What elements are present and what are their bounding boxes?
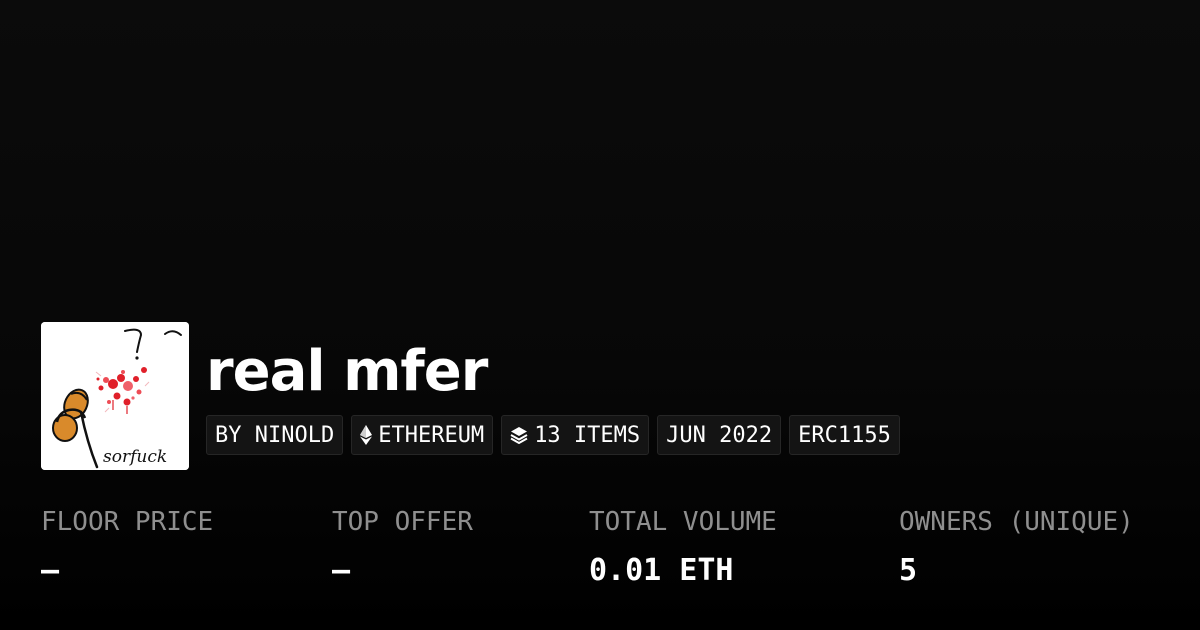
owners-label: OWNERS (UNIQUE) <box>899 507 1134 537</box>
owners-stat: OWNERS (UNIQUE) 5 <box>899 505 1134 588</box>
creator-badge[interactable]: BY NINOLD <box>206 415 344 455</box>
date-badge: JUN 2022 <box>657 415 782 455</box>
standard-label: ERC1155 <box>798 422 891 448</box>
chain-label: ETHEREUM <box>378 422 485 448</box>
date-label: JUN 2022 <box>666 422 773 448</box>
layers-icon <box>510 426 528 444</box>
total-volume-value: 0.01 ETH <box>589 553 734 588</box>
items-label: 13 ITEMS <box>534 422 641 448</box>
standard-badge: ERC1155 <box>789 415 900 455</box>
owners-value: 5 <box>899 553 918 588</box>
floor-price-stat: FLOOR PRICE — <box>41 505 213 588</box>
top-offer-label: TOP OFFER <box>332 507 473 537</box>
total-volume-stat: TOTAL VOLUME 0.01 ETH <box>589 505 777 588</box>
collection-title: real mfer <box>206 339 488 404</box>
items-badge: 13 ITEMS <box>501 415 650 455</box>
svg-text:sorfuck: sorfuck <box>103 447 167 467</box>
chain-badge: ETHEREUM <box>351 415 494 455</box>
floor-price-label: FLOOR PRICE <box>41 507 214 537</box>
top-offer-value: — <box>332 553 351 588</box>
ethereum-icon <box>360 425 373 445</box>
collection-avatar-artwork-icon: sorfuck <box>41 322 189 470</box>
collection-badges: BY NINOLD ETHEREUM 13 ITEMS JUN 2022 ERC… <box>206 415 900 455</box>
creator-label: BY NINOLD <box>215 422 335 448</box>
collection-avatar: sorfuck <box>41 322 189 470</box>
top-offer-stat: TOP OFFER — <box>332 505 473 588</box>
total-volume-label: TOTAL VOLUME <box>589 507 777 537</box>
floor-price-value: — <box>41 553 60 588</box>
